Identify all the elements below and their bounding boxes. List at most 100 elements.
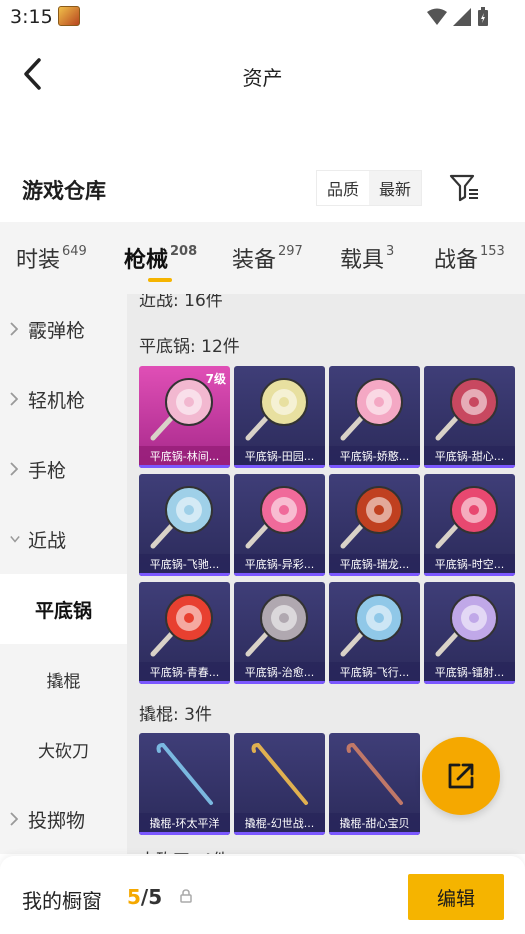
status-bar: 3:15 bbox=[0, 0, 525, 36]
tab-vehicles[interactable]: 载具 3 bbox=[340, 242, 394, 274]
rarity-stripe bbox=[329, 573, 420, 576]
rarity-stripe bbox=[424, 573, 515, 576]
lock-icon bbox=[180, 889, 192, 903]
item-card[interactable]: 平底锅-飞行... bbox=[329, 582, 420, 684]
chevron-right-icon bbox=[10, 812, 18, 826]
tab-count: 208 bbox=[170, 244, 198, 259]
section-label-pan: 平底锅: 12件 bbox=[139, 337, 240, 357]
signal-icon bbox=[453, 8, 471, 26]
sidebar-item-shotgun[interactable]: 霰弹枪 bbox=[0, 294, 127, 364]
sidebar-item-pistol[interactable]: 手枪 bbox=[0, 434, 127, 504]
item-card[interactable]: 平底锅-飞驰... bbox=[139, 474, 230, 576]
item-card[interactable]: 7级 平底锅-林间... bbox=[139, 366, 230, 468]
tab-label: 时装 bbox=[16, 248, 61, 273]
frying-pan-icon bbox=[340, 594, 403, 657]
sidebar-item-label: 手枪 bbox=[28, 459, 67, 482]
crowbar-icon bbox=[251, 742, 308, 805]
game-app-icon bbox=[58, 6, 80, 26]
chevron-right-icon bbox=[10, 392, 18, 406]
tab-combat-supplies[interactable]: 战备 153 bbox=[434, 242, 505, 274]
battery-icon bbox=[478, 7, 488, 26]
item-card[interactable]: 撬棍-环太平洋 bbox=[139, 733, 230, 835]
sidebar-item-lmg[interactable]: 轻机枪 bbox=[0, 364, 127, 434]
item-card[interactable]: 平底锅-治愈... bbox=[234, 582, 325, 684]
sidebar-item-machete[interactable]: 大砍刀 bbox=[0, 714, 127, 784]
item-artwork bbox=[139, 474, 230, 556]
sidebar-item-label: 近战 bbox=[28, 529, 67, 552]
section-label-melee: 近战: 16件 bbox=[139, 294, 223, 311]
item-artwork bbox=[234, 474, 325, 556]
item-artwork bbox=[329, 733, 420, 815]
sidebar-item-crowbar[interactable]: 撬棍 bbox=[0, 644, 127, 714]
rarity-stripe bbox=[424, 465, 515, 468]
item-card[interactable]: 平底锅-瑞龙... bbox=[329, 474, 420, 576]
filter-icon bbox=[449, 174, 478, 202]
rarity-stripe bbox=[139, 573, 230, 576]
external-link-icon bbox=[448, 763, 474, 789]
chevron-down-icon bbox=[10, 536, 20, 543]
tab-count: 297 bbox=[278, 244, 303, 259]
sort-newest-button[interactable]: 最新 bbox=[369, 171, 421, 205]
item-artwork bbox=[329, 474, 420, 556]
frying-pan-icon bbox=[245, 378, 308, 441]
item-card[interactable]: 平底锅-时空... bbox=[424, 474, 515, 576]
item-card[interactable]: 撬棍-幻世战... bbox=[234, 733, 325, 835]
edit-button[interactable]: 编辑 bbox=[408, 874, 504, 920]
rarity-stripe bbox=[234, 832, 325, 835]
rarity-stripe bbox=[234, 573, 325, 576]
item-card[interactable]: 平底锅-异彩... bbox=[234, 474, 325, 576]
rarity-stripe bbox=[234, 465, 325, 468]
item-artwork bbox=[424, 582, 515, 664]
item-artwork bbox=[234, 582, 325, 664]
export-fab-button[interactable] bbox=[422, 737, 500, 815]
frying-pan-icon bbox=[245, 486, 308, 549]
item-artwork bbox=[329, 582, 420, 664]
frying-pan-icon bbox=[150, 594, 213, 657]
frying-pan-icon bbox=[435, 486, 498, 549]
item-card[interactable]: 平底锅-镭射... bbox=[424, 582, 515, 684]
frying-pan-icon bbox=[245, 594, 308, 657]
section-label-machete: 大砍刀: 4件 bbox=[139, 846, 229, 854]
filter-button[interactable] bbox=[448, 172, 480, 204]
frying-pan-icon bbox=[435, 378, 498, 441]
tab-count: 3 bbox=[386, 244, 395, 259]
rarity-stripe bbox=[139, 832, 230, 835]
sidebar-item-label: 投掷物 bbox=[28, 809, 86, 832]
tab-equipment[interactable]: 装备 297 bbox=[232, 242, 303, 274]
crowbar-icon bbox=[346, 742, 403, 805]
tab-count: 649 bbox=[62, 244, 87, 259]
sidebar-item-melee[interactable]: 近战 bbox=[0, 504, 127, 574]
section-label-crowbar: 撬棍: 3件 bbox=[139, 705, 212, 725]
item-artwork bbox=[424, 366, 515, 448]
crowbar-icon bbox=[156, 742, 213, 805]
tab-label: 战备 bbox=[434, 248, 479, 273]
showcase-bar: 我的橱窗 5/5 编辑 bbox=[0, 856, 525, 934]
item-card[interactable]: 平底锅-甜心... bbox=[424, 366, 515, 468]
item-card[interactable]: 撬棍-甜心宝贝 bbox=[329, 733, 420, 835]
sidebar-item-label: 霰弹枪 bbox=[28, 319, 86, 342]
sort-quality-button[interactable]: 品质 bbox=[317, 171, 369, 205]
warehouse-title: 游戏仓库 bbox=[22, 179, 106, 203]
frying-pan-icon bbox=[150, 486, 213, 549]
frying-pan-icon bbox=[340, 378, 403, 441]
item-level-badge: 7级 bbox=[205, 372, 226, 386]
tab-fashion[interactable]: 时装 649 bbox=[16, 242, 87, 274]
frying-pan-icon bbox=[340, 486, 403, 549]
item-card[interactable]: 平底锅-青春... bbox=[139, 582, 230, 684]
category-tabs: 时装 649 枪械 208 装备 297 载具 3 战备 153 bbox=[0, 222, 525, 294]
item-artwork bbox=[139, 582, 230, 664]
showcase-current: 5 bbox=[127, 885, 141, 909]
frying-pan-icon bbox=[435, 594, 498, 657]
item-artwork bbox=[329, 366, 420, 448]
page-title: 资产 bbox=[242, 66, 283, 90]
item-artwork bbox=[424, 474, 515, 556]
rarity-stripe bbox=[329, 832, 420, 835]
rarity-stripe bbox=[139, 681, 230, 684]
item-card[interactable]: 平底锅-田园... bbox=[234, 366, 325, 468]
item-card[interactable]: 平底锅-娇憨... bbox=[329, 366, 420, 468]
tab-guns[interactable]: 枪械 208 bbox=[124, 242, 197, 274]
sidebar-item-pan[interactable]: 平底锅 bbox=[0, 574, 127, 644]
rarity-stripe bbox=[234, 681, 325, 684]
rarity-stripe bbox=[424, 681, 515, 684]
sidebar-item-throwables[interactable]: 投掷物 bbox=[0, 784, 127, 854]
